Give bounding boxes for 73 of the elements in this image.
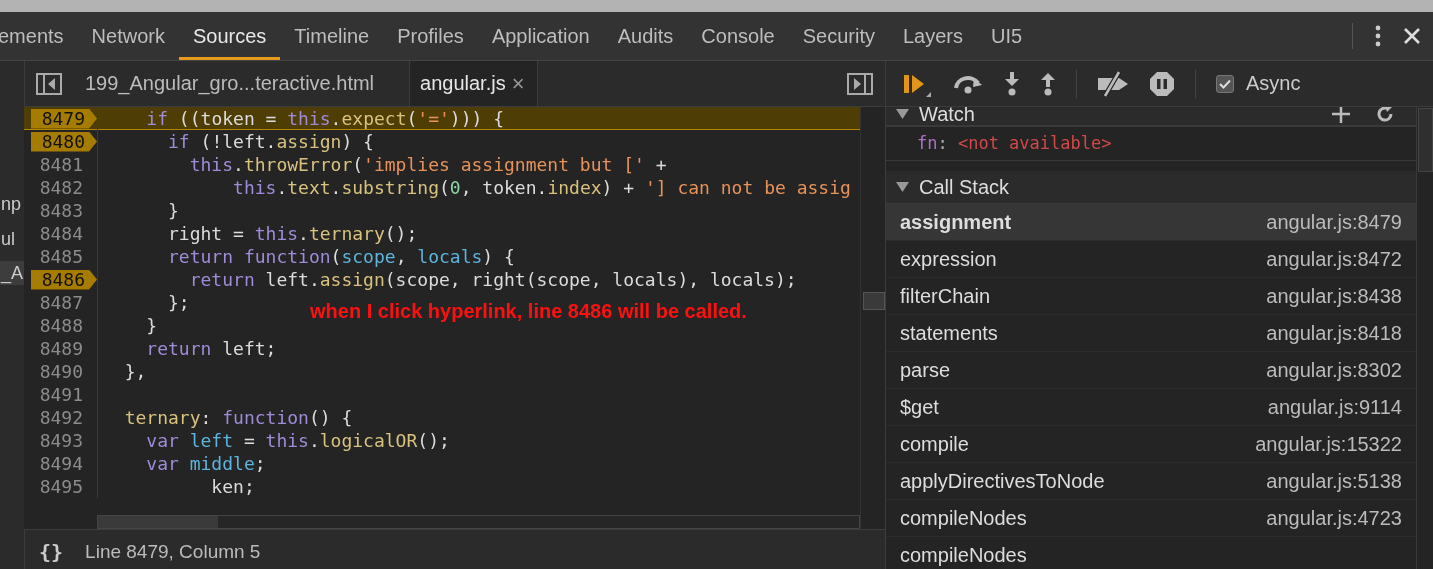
annotation-text: when I click hyperlink, line 8486 will be called. — [310, 300, 747, 323]
line-number[interactable]: 8489 — [39, 338, 87, 359]
checkbox-label: Async — [1246, 72, 1301, 95]
panel-tab[interactable]: Application — [477, 12, 604, 60]
code-line: return left.assign(scope, right(scope, locals), locals); — [188, 269, 797, 290]
refresh-icon[interactable] — [1376, 107, 1394, 123]
cursor-position: Line 8479, Column 5 — [85, 541, 261, 563]
file-tab[interactable]: angular.js × — [409, 61, 538, 106]
close-icon[interactable] — [1403, 27, 1421, 45]
step-out-icon[interactable] — [1040, 70, 1056, 97]
deactivate-breakpoints-icon[interactable] — [1097, 70, 1129, 97]
line-number[interactable]: 8488 — [39, 315, 87, 336]
line-number[interactable]: 8481 — [39, 154, 87, 175]
add-icon[interactable] — [1332, 107, 1350, 123]
line-number[interactable]: 8484 — [39, 223, 87, 244]
pause-on-exceptions-icon[interactable] — [1149, 70, 1175, 97]
code-line: if ((token = this.expect('='))) { — [145, 108, 505, 129]
code-line: right = this.ternary(); — [167, 223, 418, 244]
line-number[interactable]: 8487 — [39, 292, 87, 313]
line-number[interactable]: 8492 — [39, 407, 87, 428]
code-line: } — [145, 315, 158, 336]
panel-tab[interactable]: Security — [788, 12, 889, 60]
collapse-triangle-icon[interactable] — [896, 182, 909, 192]
horizontal-scrollbar[interactable] — [97, 515, 860, 529]
collapse-triangle-icon[interactable] — [896, 109, 909, 119]
code-line: ken; — [210, 476, 255, 497]
breakpoint-marker[interactable]: 8479 — [31, 108, 97, 129]
file-tab[interactable]: 199_Angular_gro...teractive.html — [74, 61, 388, 106]
more-icon[interactable] — [1375, 25, 1381, 47]
section-title: Call Stack — [919, 175, 1010, 199]
panel-tab[interactable]: Timeline — [280, 12, 384, 60]
panel-tab[interactable]: Console — [687, 12, 789, 60]
debugger-toggle-icon[interactable] — [847, 72, 873, 95]
code-line: var middle; — [145, 453, 266, 474]
scrollbar-thumb[interactable] — [863, 292, 885, 310]
code-line: }, — [123, 361, 147, 382]
line-number[interactable]: 8483 — [39, 200, 87, 221]
panel-tab[interactable]: Layers — [888, 12, 977, 60]
step-into-icon[interactable] — [1004, 70, 1020, 97]
line-number[interactable]: 8491 — [39, 384, 87, 405]
panel-tab[interactable]: UI5 — [977, 12, 1037, 60]
breakpoint-marker[interactable]: 8480 — [31, 131, 97, 152]
file-item[interactable]: _A — [0, 261, 24, 285]
file-item[interactable]: ul — [0, 222, 24, 257]
line-number[interactable]: 8482 — [39, 177, 87, 198]
line-number[interactable]: 8493 — [39, 430, 87, 451]
check-icon — [1219, 78, 1231, 89]
file-item[interactable]: np — [0, 187, 24, 222]
panel-tab[interactable]: Audits — [603, 12, 688, 60]
breakpoint-marker[interactable]: 8486 — [31, 269, 97, 290]
line-number[interactable]: 8485 — [39, 246, 87, 267]
pretty-print-button[interactable]: {} — [39, 540, 64, 564]
code-line: var left = this.logicalOR(); — [145, 430, 450, 451]
navigator-toggle-icon[interactable] — [36, 72, 62, 95]
panel-tab[interactable]: Network — [77, 12, 179, 60]
code-line: if (!left.assign) { — [167, 131, 374, 152]
code-line: ternary: function() { — [123, 407, 353, 428]
line-number[interactable]: 8490 — [39, 361, 87, 382]
section-header[interactable]: Call Stack — [886, 171, 1416, 204]
call-frame[interactable]: assignment angular.js:8479 — [886, 204, 1416, 241]
code-line: return function(scope, locals) { — [167, 246, 515, 267]
watch-expression: fn: <not available> — [886, 126, 1416, 161]
code-line: return left; — [145, 338, 277, 359]
code-line: this.throwError('implies assignment but [' + — [188, 154, 667, 175]
async-checkbox[interactable] — [1216, 74, 1234, 93]
close-icon[interactable]: × — [511, 70, 525, 97]
line-number[interactable]: 8494 — [39, 453, 87, 474]
panel-tab[interactable]: Profiles — [383, 12, 478, 60]
code-line: this.text.substring(0, token.index) + '] can not be assig — [232, 177, 851, 198]
code-line: } — [167, 200, 179, 221]
code-line: }; — [167, 292, 190, 313]
scrollbar-thumb[interactable] — [1418, 108, 1433, 172]
line-number[interactable]: 8495 — [39, 476, 87, 497]
